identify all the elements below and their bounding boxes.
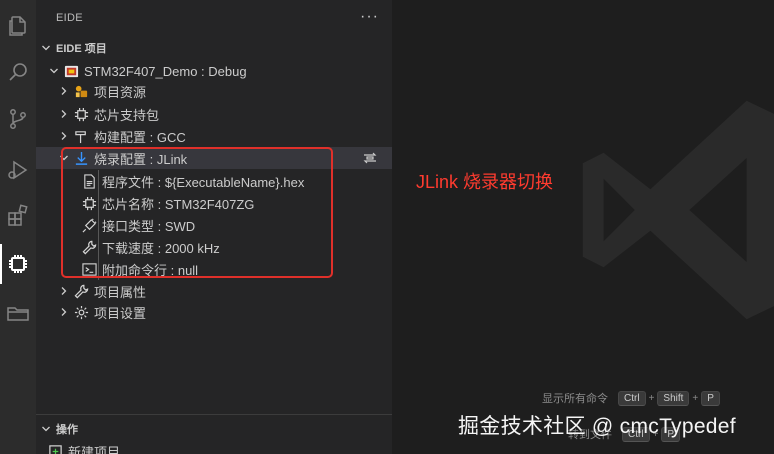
- tree-item-label: 接口类型 : SWD: [102, 218, 196, 234]
- chevron-down-icon: [38, 421, 54, 437]
- tree-item-flash-config[interactable]: 烧录配置 : JLink: [36, 147, 392, 169]
- sidebar-title: EIDE: [56, 12, 83, 24]
- project-row[interactable]: STM32F407_Demo : Debug: [36, 60, 392, 82]
- tree-item-build-config[interactable]: 构建配置 : GCC: [36, 125, 392, 147]
- hammer-icon: [72, 128, 90, 144]
- sidebar: EIDE ··· EIDE 项目 STM32F407_Demo : Debug …: [36, 0, 392, 454]
- chip-icon: [72, 106, 90, 122]
- more-actions-button[interactable]: ···: [360, 8, 379, 26]
- tree-item-download-speed[interactable]: 下载速度 : 2000 kHz: [36, 236, 392, 258]
- shortcut-label: 显示所有命令: [542, 393, 608, 405]
- gear-icon: [72, 304, 90, 320]
- chevron-right-icon: [56, 106, 72, 122]
- tree-item-label: 新建项目: [68, 444, 121, 454]
- tree-item-label: 项目设置: [94, 305, 147, 321]
- tree-item-project-properties[interactable]: 项目属性: [36, 280, 392, 302]
- tree-item-label: 芯片名称 : STM32F407ZG: [102, 196, 255, 212]
- plug-icon: [80, 217, 98, 233]
- project-label: STM32F407_Demo : Debug: [84, 63, 247, 79]
- wrench-icon: [80, 239, 98, 255]
- editor-area: 显示所有命令 Ctrl + Shift + P 转到文件 Ctrl + P: [392, 0, 774, 454]
- terminal-icon: [80, 261, 98, 277]
- download-icon: [72, 150, 90, 166]
- tree-item-label: 项目资源: [94, 84, 147, 100]
- file-icon: [80, 173, 98, 189]
- tree-item-label: 附加命令行 : null: [102, 262, 199, 278]
- chevron-right-icon: [56, 128, 72, 144]
- tree-item-extra-command-line[interactable]: 附加命令行 : null: [36, 258, 392, 280]
- annotation-text: JLink 烧录器切换: [416, 172, 554, 192]
- tree-item-program-file[interactable]: 程序文件 : ${ExecutableName}.hex: [36, 170, 392, 192]
- new-project-item[interactable]: 新建项目: [36, 440, 392, 454]
- chevron-down-icon: [46, 63, 62, 79]
- tree-item-label: 项目属性: [94, 284, 147, 300]
- tree-item-label: 构建配置 : GCC: [94, 129, 186, 145]
- new-project-icon: [46, 443, 64, 454]
- tree-item-project-resources[interactable]: 项目资源: [36, 80, 392, 102]
- tree-item-label: 下载速度 : 2000 kHz: [102, 240, 220, 256]
- switch-flasher-icon[interactable]: [362, 150, 378, 166]
- key-cap: Ctrl: [618, 390, 646, 406]
- tree-item-chip-support-pack[interactable]: 芯片支持包: [36, 103, 392, 125]
- chevron-right-icon: [56, 83, 72, 99]
- chevron-down-icon: [38, 40, 54, 56]
- tree-item-label: 烧录配置 : JLink: [94, 151, 188, 167]
- source-control-icon[interactable]: [0, 99, 36, 139]
- key-cap: Shift: [657, 390, 690, 406]
- resources-icon: [72, 83, 90, 99]
- tree-item-label: 程序文件 : ${ExecutableName}.hex: [102, 174, 305, 190]
- tree-item-chip-name[interactable]: 芯片名称 : STM32F407ZG: [36, 192, 392, 214]
- watermark-text: 掘金技术社区 @ cmcTypedef: [458, 415, 736, 438]
- eide-project-section-header[interactable]: EIDE 项目: [36, 37, 392, 59]
- section-title: EIDE 项目: [56, 43, 107, 55]
- explorer-icon[interactable]: [0, 6, 36, 46]
- key-cap: P: [701, 390, 720, 406]
- chevron-right-icon: [56, 283, 72, 299]
- chip-icon: [80, 195, 98, 211]
- operations-section-header[interactable]: 操作: [36, 418, 392, 440]
- tree-item-project-settings[interactable]: 项目设置: [36, 301, 392, 323]
- project-icon: [62, 63, 80, 79]
- section-title: 操作: [56, 424, 78, 436]
- section-divider: [36, 414, 392, 415]
- shortcut-show-all-commands: 显示所有命令 Ctrl + Shift + P: [542, 390, 722, 406]
- run-debug-icon[interactable]: [0, 150, 36, 190]
- activity-bar: [0, 0, 36, 454]
- eide-chip-icon[interactable]: [0, 244, 36, 284]
- vscode-logo-watermark-icon: [582, 100, 774, 320]
- wrench-icon: [72, 283, 90, 299]
- chevron-right-icon: [56, 304, 72, 320]
- extensions-icon[interactable]: [0, 196, 36, 236]
- search-icon[interactable]: [0, 52, 36, 92]
- chevron-down-icon: [56, 150, 72, 166]
- folder-icon[interactable]: [0, 293, 36, 333]
- tree-item-interface-type[interactable]: 接口类型 : SWD: [36, 214, 392, 236]
- tree-item-label: 芯片支持包: [94, 107, 160, 123]
